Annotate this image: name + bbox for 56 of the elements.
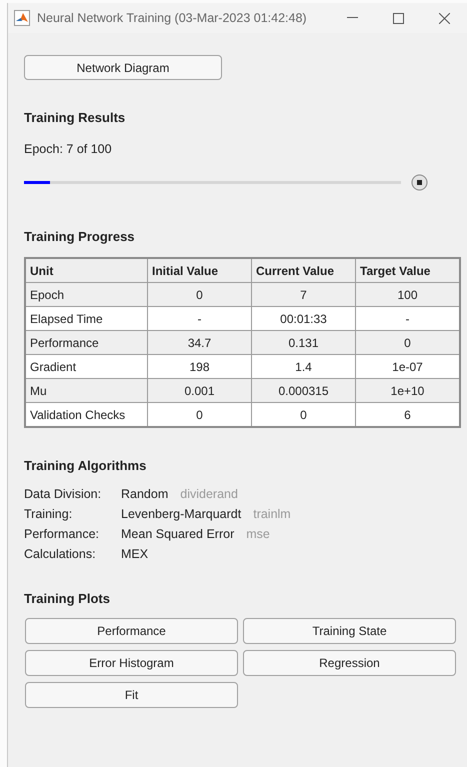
stop-icon[interactable] — [411, 174, 428, 191]
table-cell: Elapsed Time — [25, 306, 148, 330]
table-cell: 100 — [356, 282, 460, 306]
plot-button[interactable]: Performance — [25, 618, 238, 644]
maximize-icon — [392, 12, 404, 24]
table-cell: 1e-07 — [356, 354, 460, 378]
column-header: Current Value — [252, 258, 356, 282]
table-cell: 00:01:33 — [252, 306, 356, 330]
plot-button[interactable]: Fit — [25, 682, 238, 708]
field-label: Training: — [24, 507, 74, 521]
table-cell: 1e+10 — [356, 378, 460, 402]
table-cell: - — [148, 306, 252, 330]
table-cell: 0.131 — [252, 330, 356, 354]
close-icon — [438, 12, 450, 24]
table-cell: Epoch — [25, 282, 148, 306]
table-cell: 0 — [252, 402, 356, 427]
table-cell: 1.4 — [252, 354, 356, 378]
field-label: Performance: — [24, 527, 100, 541]
epoch-text: Epoch: 7 of 100 — [24, 142, 112, 156]
table-cell: 0.000315 — [252, 378, 356, 402]
section-heading: Training Algorithms — [24, 458, 146, 473]
minimize-icon — [346, 17, 358, 19]
table-cell: 0 — [148, 282, 252, 306]
field-value: Mean Squared Error — [121, 527, 234, 541]
table-cell: - — [356, 306, 460, 330]
window-title: Neural Network Training (03-Mar-2023 01:42:48) — [37, 11, 308, 25]
section-heading: Training Progress — [24, 229, 135, 244]
table-cell: 6 — [356, 402, 460, 427]
field-label: Data Division: — [24, 487, 102, 501]
table-cell: 0 — [148, 402, 252, 427]
table-cell: 0 — [356, 330, 460, 354]
plot-button[interactable]: Error Histogram — [25, 650, 238, 676]
app-icon — [14, 10, 30, 26]
table-cell: Validation Checks — [25, 402, 148, 427]
function-name: mse — [246, 527, 270, 541]
network-diagram-button[interactable]: Network Diagram — [24, 55, 222, 80]
table-cell: 0.001 — [148, 378, 252, 402]
section-heading: Training Results — [24, 110, 126, 125]
section-heading: Training Plots — [24, 591, 110, 606]
column-header: Initial Value — [148, 258, 252, 282]
table-cell: Gradient — [25, 354, 148, 378]
table-cell: Mu — [25, 378, 148, 402]
plot-button[interactable]: Training State — [243, 618, 456, 644]
field-value: MEX — [121, 547, 148, 561]
table-cell: Performance — [25, 330, 148, 354]
function-name: dividerand — [180, 487, 238, 501]
function-name: trainlm — [253, 507, 291, 521]
column-header: Target Value — [356, 258, 460, 282]
table-cell: 34.7 — [148, 330, 252, 354]
field-value: Levenberg-Marquardt — [121, 507, 242, 521]
column-header: Unit — [25, 258, 148, 282]
field-value: Random — [121, 487, 168, 501]
plot-button[interactable]: Regression — [243, 650, 456, 676]
table-cell: 7 — [252, 282, 356, 306]
field-label: Calculations: — [24, 547, 97, 561]
table-cell: 198 — [148, 354, 252, 378]
